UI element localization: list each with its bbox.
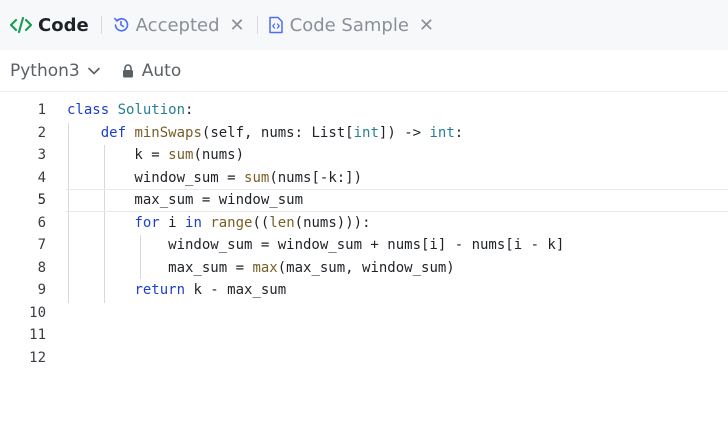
code-text: max_sum = window_sum (67, 192, 304, 209)
tab-code[interactable]: Code (10, 0, 89, 50)
tab-separator (256, 16, 258, 34)
tab-separator (100, 16, 102, 34)
close-icon[interactable]: ✕ (419, 15, 434, 36)
tab-code-sample-label: Code Sample (289, 14, 409, 36)
code-text: return k - max_sum (134, 282, 287, 299)
code-text: max_sum = max(max_sum, window_sum) (67, 259, 455, 276)
code-line: 3 k = sum(nums) (0, 144, 728, 167)
history-icon (112, 16, 130, 34)
code-text: k = sum(nums) (67, 147, 245, 164)
line-number: 10 (29, 304, 46, 321)
line-number: 8 (37, 259, 46, 276)
line-number: 7 (37, 237, 46, 254)
code-line: 8 max_sum = max(max_sum, window_sum) (0, 257, 728, 280)
line-number: 12 (29, 349, 46, 366)
file-code-icon (268, 16, 284, 34)
tab-code-sample[interactable]: Code Sample ✕ (268, 0, 434, 50)
chevron-down-icon (87, 67, 100, 75)
line-number: 9 (37, 282, 46, 299)
tab-accepted-label: Accepted (135, 14, 220, 36)
line-number: 11 (29, 327, 46, 344)
code-text: class Solution: (67, 102, 194, 119)
auto-mode[interactable]: Auto (122, 61, 181, 81)
line-number: 4 (37, 169, 46, 186)
language-select[interactable]: Python3 (10, 61, 100, 81)
code-editor[interactable]: 1 class Solution: 2 def minSwaps(self, n… (0, 99, 728, 399)
code-text: def minSwaps(self, nums: List[int]) -> i… (100, 124, 464, 141)
code-line: 2 def minSwaps(self, nums: List[int]) ->… (0, 122, 728, 145)
lock-icon (122, 63, 134, 78)
line-number: 2 (37, 124, 46, 141)
code-line-current: 5 max_sum = window_sum (38, 189, 728, 212)
code-line: 9 return k - max_sum (0, 279, 728, 302)
code-line: 1 class Solution: (0, 99, 728, 122)
close-icon[interactable]: ✕ (230, 15, 245, 36)
code-line: 4 window_sum = sum(nums[-k:]) (0, 167, 728, 190)
code-text: for i in range((len(nums))): (134, 214, 371, 231)
code-icon (10, 16, 32, 34)
line-number: 1 (37, 102, 46, 119)
line-number: 5 (37, 192, 46, 209)
code-line: 12 (0, 347, 728, 370)
line-number: 6 (37, 214, 46, 231)
line-number: 3 (37, 147, 46, 164)
code-line: 11 (0, 324, 728, 347)
code-line: 10 (0, 302, 728, 325)
tab-accepted[interactable]: Accepted ✕ (112, 0, 245, 50)
code-line: 6 for i in range((len(nums))): (0, 212, 728, 235)
language-label: Python3 (10, 60, 80, 81)
editor-toolbar: Python3 Auto (0, 50, 728, 92)
tab-bar: Code Accepted ✕ Code Sample ✕ (0, 0, 728, 50)
code-text: window_sum = sum(nums[-k:]) (67, 169, 363, 186)
code-text: window_sum = window_sum + nums[i] - nums… (67, 237, 565, 254)
auto-mode-label: Auto (141, 60, 182, 81)
tab-code-label: Code (38, 14, 89, 36)
code-line: 7 window_sum = window_sum + nums[i] - nu… (0, 234, 728, 257)
